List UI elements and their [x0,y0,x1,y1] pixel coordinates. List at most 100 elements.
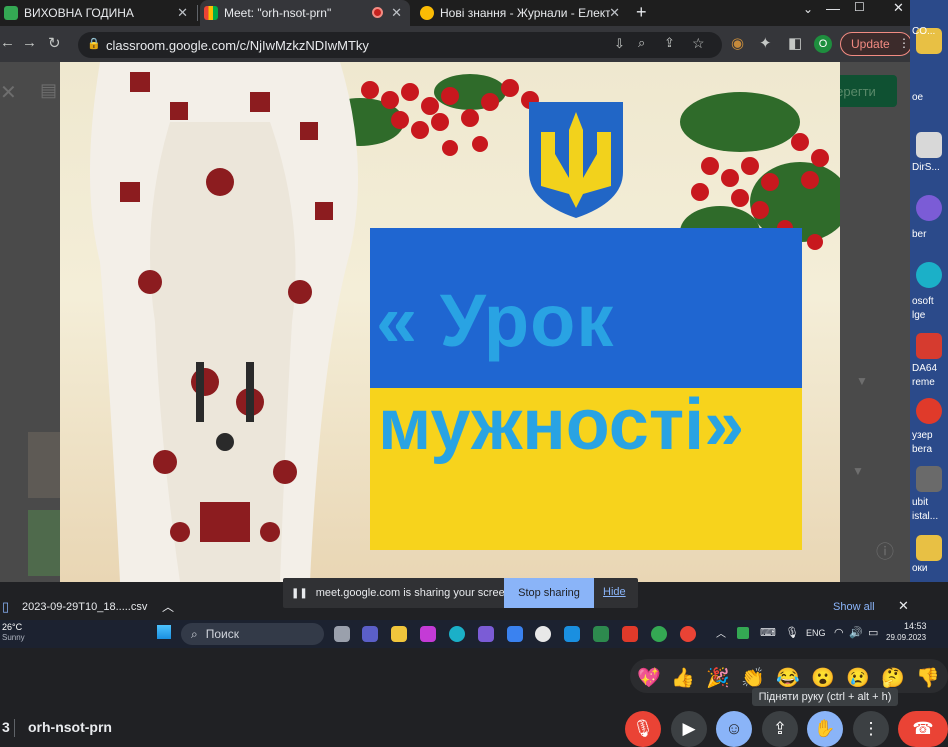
share-message: meet.google.com is sharing your screen. [315,587,514,599]
close-tab-icon[interactable]: ✕ [177,5,188,21]
desktop-icons-strip: CO... ое DirS... ber osoft lge DA64 reme… [910,0,948,620]
thumbs-up-reaction-icon[interactable]: 👍 [671,666,695,690]
clap-reaction-icon[interactable]: 👏 [741,666,765,690]
laugh-reaction-icon[interactable]: 😂 [776,666,800,690]
download-filename[interactable]: 2023-09-29T10_18.....csv [22,601,147,613]
viber-icon[interactable] [916,195,942,221]
store-icon[interactable] [507,626,523,642]
desktop-label: ое [912,92,924,103]
close-download-bar-icon[interactable]: ✕ [898,598,909,614]
desktop-label: bera [912,444,933,455]
taskbar-search[interactable]: ⌕ Поиск [181,623,324,645]
windows-start-icon[interactable] [157,625,171,639]
yandex-icon[interactable] [622,626,638,642]
desktop-label: оки [912,563,928,574]
surprised-reaction-icon[interactable]: 😮 [811,666,835,690]
present-screen-button[interactable]: ⇪ [762,711,798,747]
edge-icon[interactable] [449,626,465,642]
battery-icon[interactable]: ▭ [868,626,878,639]
chrome-icon[interactable] [680,626,696,642]
heart-reaction-icon[interactable]: 💖 [637,666,661,690]
search-icon: ⌕ [191,626,198,641]
reload-icon[interactable]: ↻ [48,34,61,52]
stop-sharing-button[interactable]: Stop sharing [504,578,594,608]
back-icon[interactable]: ← [0,34,15,51]
app-icon[interactable] [916,132,942,158]
dropdown-icon[interactable]: ▼ [856,374,868,388]
extensions-puzzle-icon[interactable]: ✦ [759,34,772,52]
meet-favicon-icon [204,6,218,20]
file-explorer-icon[interactable] [391,626,407,642]
yandex-browser-icon[interactable] [535,626,551,642]
app-icon[interactable] [420,626,436,642]
reactions-button[interactable]: ☺ [716,711,752,747]
minimize-icon[interactable]: — [826,0,840,16]
new-tab-icon[interactable]: + [636,2,647,23]
sad-reaction-icon[interactable]: 😢 [846,666,870,690]
microphone-off-button[interactable]: 🎙 [625,711,661,747]
close-window-icon[interactable]: ✕ [893,0,904,16]
chat-icon[interactable] [362,626,378,642]
leave-call-button[interactable]: ☎ [898,711,948,747]
clock-time[interactable]: 14:53 [904,621,927,631]
tray-app-icon[interactable] [737,627,749,639]
tab-title: Meet: "orh-nsot-prn" [224,6,332,20]
tab-divider [197,5,198,21]
tab-classroom[interactable]: ВИХОВНА ГОДИНА ✕ [0,0,196,26]
clock-date: 29.09.2023 [886,633,927,642]
hide-link[interactable]: Hide [603,586,626,598]
tab-meet[interactable]: Meet: "orh-nsot-prn" ✕ [200,0,410,26]
task-view-icon[interactable] [334,626,350,642]
close-tab-icon[interactable]: ✕ [609,5,620,21]
side-panel-icon[interactable]: ◧ [788,34,802,52]
profile-avatar[interactable]: O [814,35,832,53]
file-icon: ▯ [2,599,10,614]
skype-icon[interactable] [564,626,580,642]
help-icon[interactable]: ⓘ [876,538,894,564]
extension-owl-icon[interactable]: ◉ [731,34,744,52]
mic-off-icon: 🎙 [632,719,654,738]
keyboard-icon[interactable]: ⌨ [760,626,776,639]
camera-icon: ▶ [682,719,696,738]
folder-icon[interactable] [916,535,942,561]
tab-title: ВИХОВНА ГОДИНА [24,6,134,20]
close-tab-icon[interactable]: ✕ [391,5,402,21]
tab-journal[interactable]: Нові знання - Журнали - Електр ✕ [416,0,628,26]
zoom-icon[interactable]: ⌕ [638,35,645,51]
hang-up-icon: ☎ [912,719,934,738]
edge-icon[interactable] [916,262,942,288]
desktop-label: CO... [912,26,936,37]
more-options-button[interactable]: ⋮ [853,711,889,747]
tray-chevron-icon[interactable]: ︿ [716,625,726,640]
thumbnail [28,432,60,498]
update-button[interactable]: Update ⋮ [840,32,912,56]
opera-icon[interactable] [916,398,942,424]
chevron-up-icon[interactable]: ︿ [162,598,174,615]
camera-button[interactable]: ▶ [671,711,707,747]
microphone-icon[interactable]: 🎙 [785,626,799,639]
app-icon[interactable] [916,466,942,492]
wifi-icon[interactable]: ◠ [834,626,844,639]
input-language[interactable]: ENG [806,628,826,638]
thinking-reaction-icon[interactable]: 🤔 [881,666,905,690]
share-icon[interactable]: ⇪ [664,35,675,51]
close-icon[interactable]: ✕ [0,80,17,105]
party-reaction-icon[interactable]: 🎉 [706,666,730,690]
app-icon[interactable] [593,626,609,642]
maximize-icon[interactable]: ☐ [854,0,865,14]
tab-search-icon[interactable]: ⌄ [803,2,813,16]
bookmark-star-icon[interactable]: ☆ [692,35,705,52]
thumbs-down-reaction-icon[interactable]: 👎 [916,666,940,690]
viber-icon[interactable] [478,626,494,642]
address-bar[interactable]: 🔒 classroom.google.com/c/NjIwMzkzNDIwMTk… [78,32,722,58]
dropdown-icon[interactable]: ▼ [852,464,864,478]
show-all-link[interactable]: Show all [833,601,875,613]
aida64-icon[interactable] [916,333,942,359]
install-icon[interactable]: ⇩ [614,36,625,52]
volume-icon[interactable]: 🔊 [849,626,863,639]
chrome-icon[interactable] [651,626,667,642]
forward-icon[interactable]: → [22,34,37,51]
raise-hand-button[interactable]: ✋ [807,711,843,747]
weather-temp[interactable]: 26°C [2,622,22,632]
search-placeholder: Поиск [205,627,239,641]
